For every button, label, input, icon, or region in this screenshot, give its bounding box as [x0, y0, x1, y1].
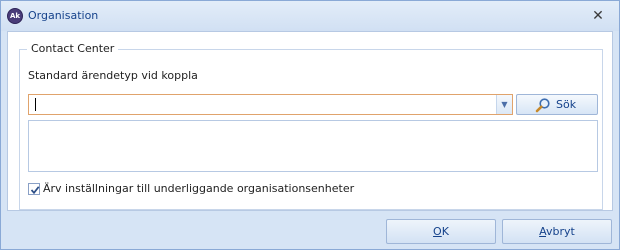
dialog-window: Ak Organisation ✕ Contact Center Standar…	[0, 0, 620, 250]
search-button[interactable]: Sök	[516, 94, 598, 115]
group-legend: Contact Center	[27, 42, 119, 55]
case-type-combobox[interactable]: ▼	[28, 94, 513, 115]
title-bar[interactable]: Ak Organisation ✕	[1, 1, 619, 31]
window-title: Organisation	[28, 9, 99, 22]
checkmark-icon	[30, 186, 40, 195]
app-logo: Ak	[7, 8, 23, 24]
ok-accel-key: O	[433, 225, 442, 238]
ok-label-rest: K	[441, 225, 449, 238]
search-button-label: Sök	[556, 98, 577, 111]
magnifier-icon	[535, 98, 550, 113]
ok-button[interactable]: OK	[386, 219, 496, 244]
cancel-accel-key: A	[539, 225, 547, 238]
text-caret	[35, 98, 36, 111]
memo-field[interactable]	[28, 120, 598, 172]
dropdown-arrow-icon[interactable]: ▼	[496, 95, 512, 114]
cancel-label-rest: vbryt	[546, 225, 575, 238]
default-case-type-label: Standard ärendetyp vid koppla	[28, 69, 198, 82]
content-panel: Contact Center Standard ärendetyp vid ko…	[7, 31, 613, 211]
inherit-settings-checkbox[interactable]	[28, 183, 40, 195]
close-icon[interactable]: ✕	[590, 9, 606, 25]
inherit-settings-label: Ärv inställningar till underliggande org…	[43, 182, 355, 195]
cancel-button[interactable]: Avbryt	[502, 219, 612, 244]
